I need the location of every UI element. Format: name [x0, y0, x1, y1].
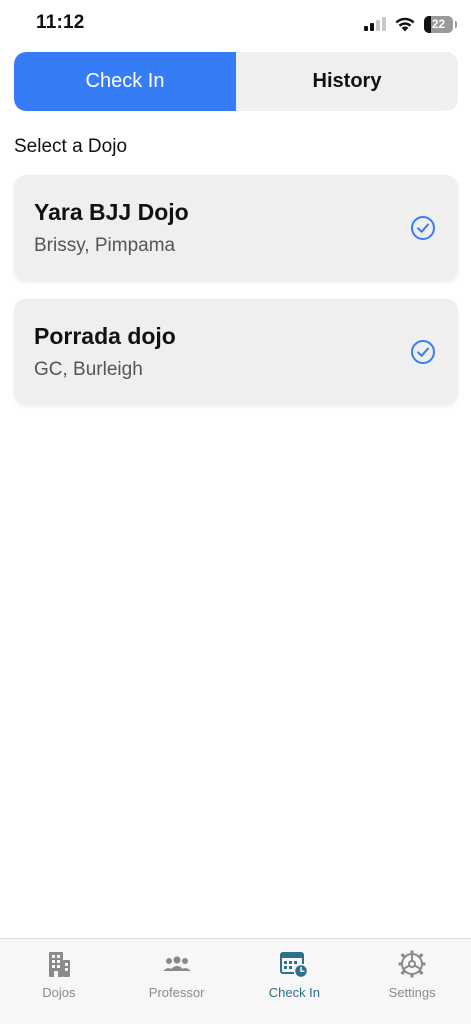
dojo-card[interactable]: Porrada dojo GC, Burleigh — [14, 299, 458, 405]
check-circle-icon[interactable] — [410, 339, 436, 365]
dojo-name: Porrada dojo — [34, 323, 176, 349]
check-circle-icon[interactable] — [410, 215, 436, 241]
status-icons: 22 — [364, 13, 457, 35]
status-time: 11:12 — [36, 12, 85, 33]
tab-professor[interactable]: Professor — [118, 939, 236, 1024]
section-title: Select a Dojo — [14, 136, 128, 157]
people-icon — [163, 956, 191, 971]
segment-check-in[interactable]: Check In — [14, 52, 236, 111]
tab-settings[interactable]: Settings — [353, 939, 471, 1024]
battery-icon: 22 — [424, 15, 457, 33]
status-bar: 11:12 22 — [0, 0, 471, 48]
tab-dojos[interactable]: Dojos — [0, 939, 118, 1024]
dojo-list: Yara BJJ Dojo Brissy, Pimpama Porrada do… — [14, 175, 458, 423]
segment-history[interactable]: History — [236, 52, 458, 111]
tab-label: Settings — [388, 985, 436, 1000]
tab-bar: Dojos Professor Check In Settings — [0, 938, 471, 1024]
cellular-signal-icon — [364, 17, 386, 31]
dojo-name: Yara BJJ Dojo — [34, 199, 189, 225]
gear-icon — [398, 950, 426, 978]
checkin-history-segmented-control: Check In History — [14, 52, 458, 111]
building-icon — [48, 952, 70, 977]
tab-check-in[interactable]: Check In — [236, 939, 354, 1024]
dojo-location: Brissy, Pimpama — [34, 235, 176, 256]
tab-label: Professor — [148, 985, 205, 1000]
dojo-card[interactable]: Yara BJJ Dojo Brissy, Pimpama — [14, 175, 458, 281]
battery-level: 22 — [431, 17, 446, 31]
wifi-icon — [395, 17, 415, 32]
tab-label: Dojos — [42, 985, 76, 1000]
dojo-location: GC, Burleigh — [34, 359, 143, 380]
calendar-clock-icon — [280, 952, 309, 979]
tab-label: Check In — [268, 985, 321, 1000]
